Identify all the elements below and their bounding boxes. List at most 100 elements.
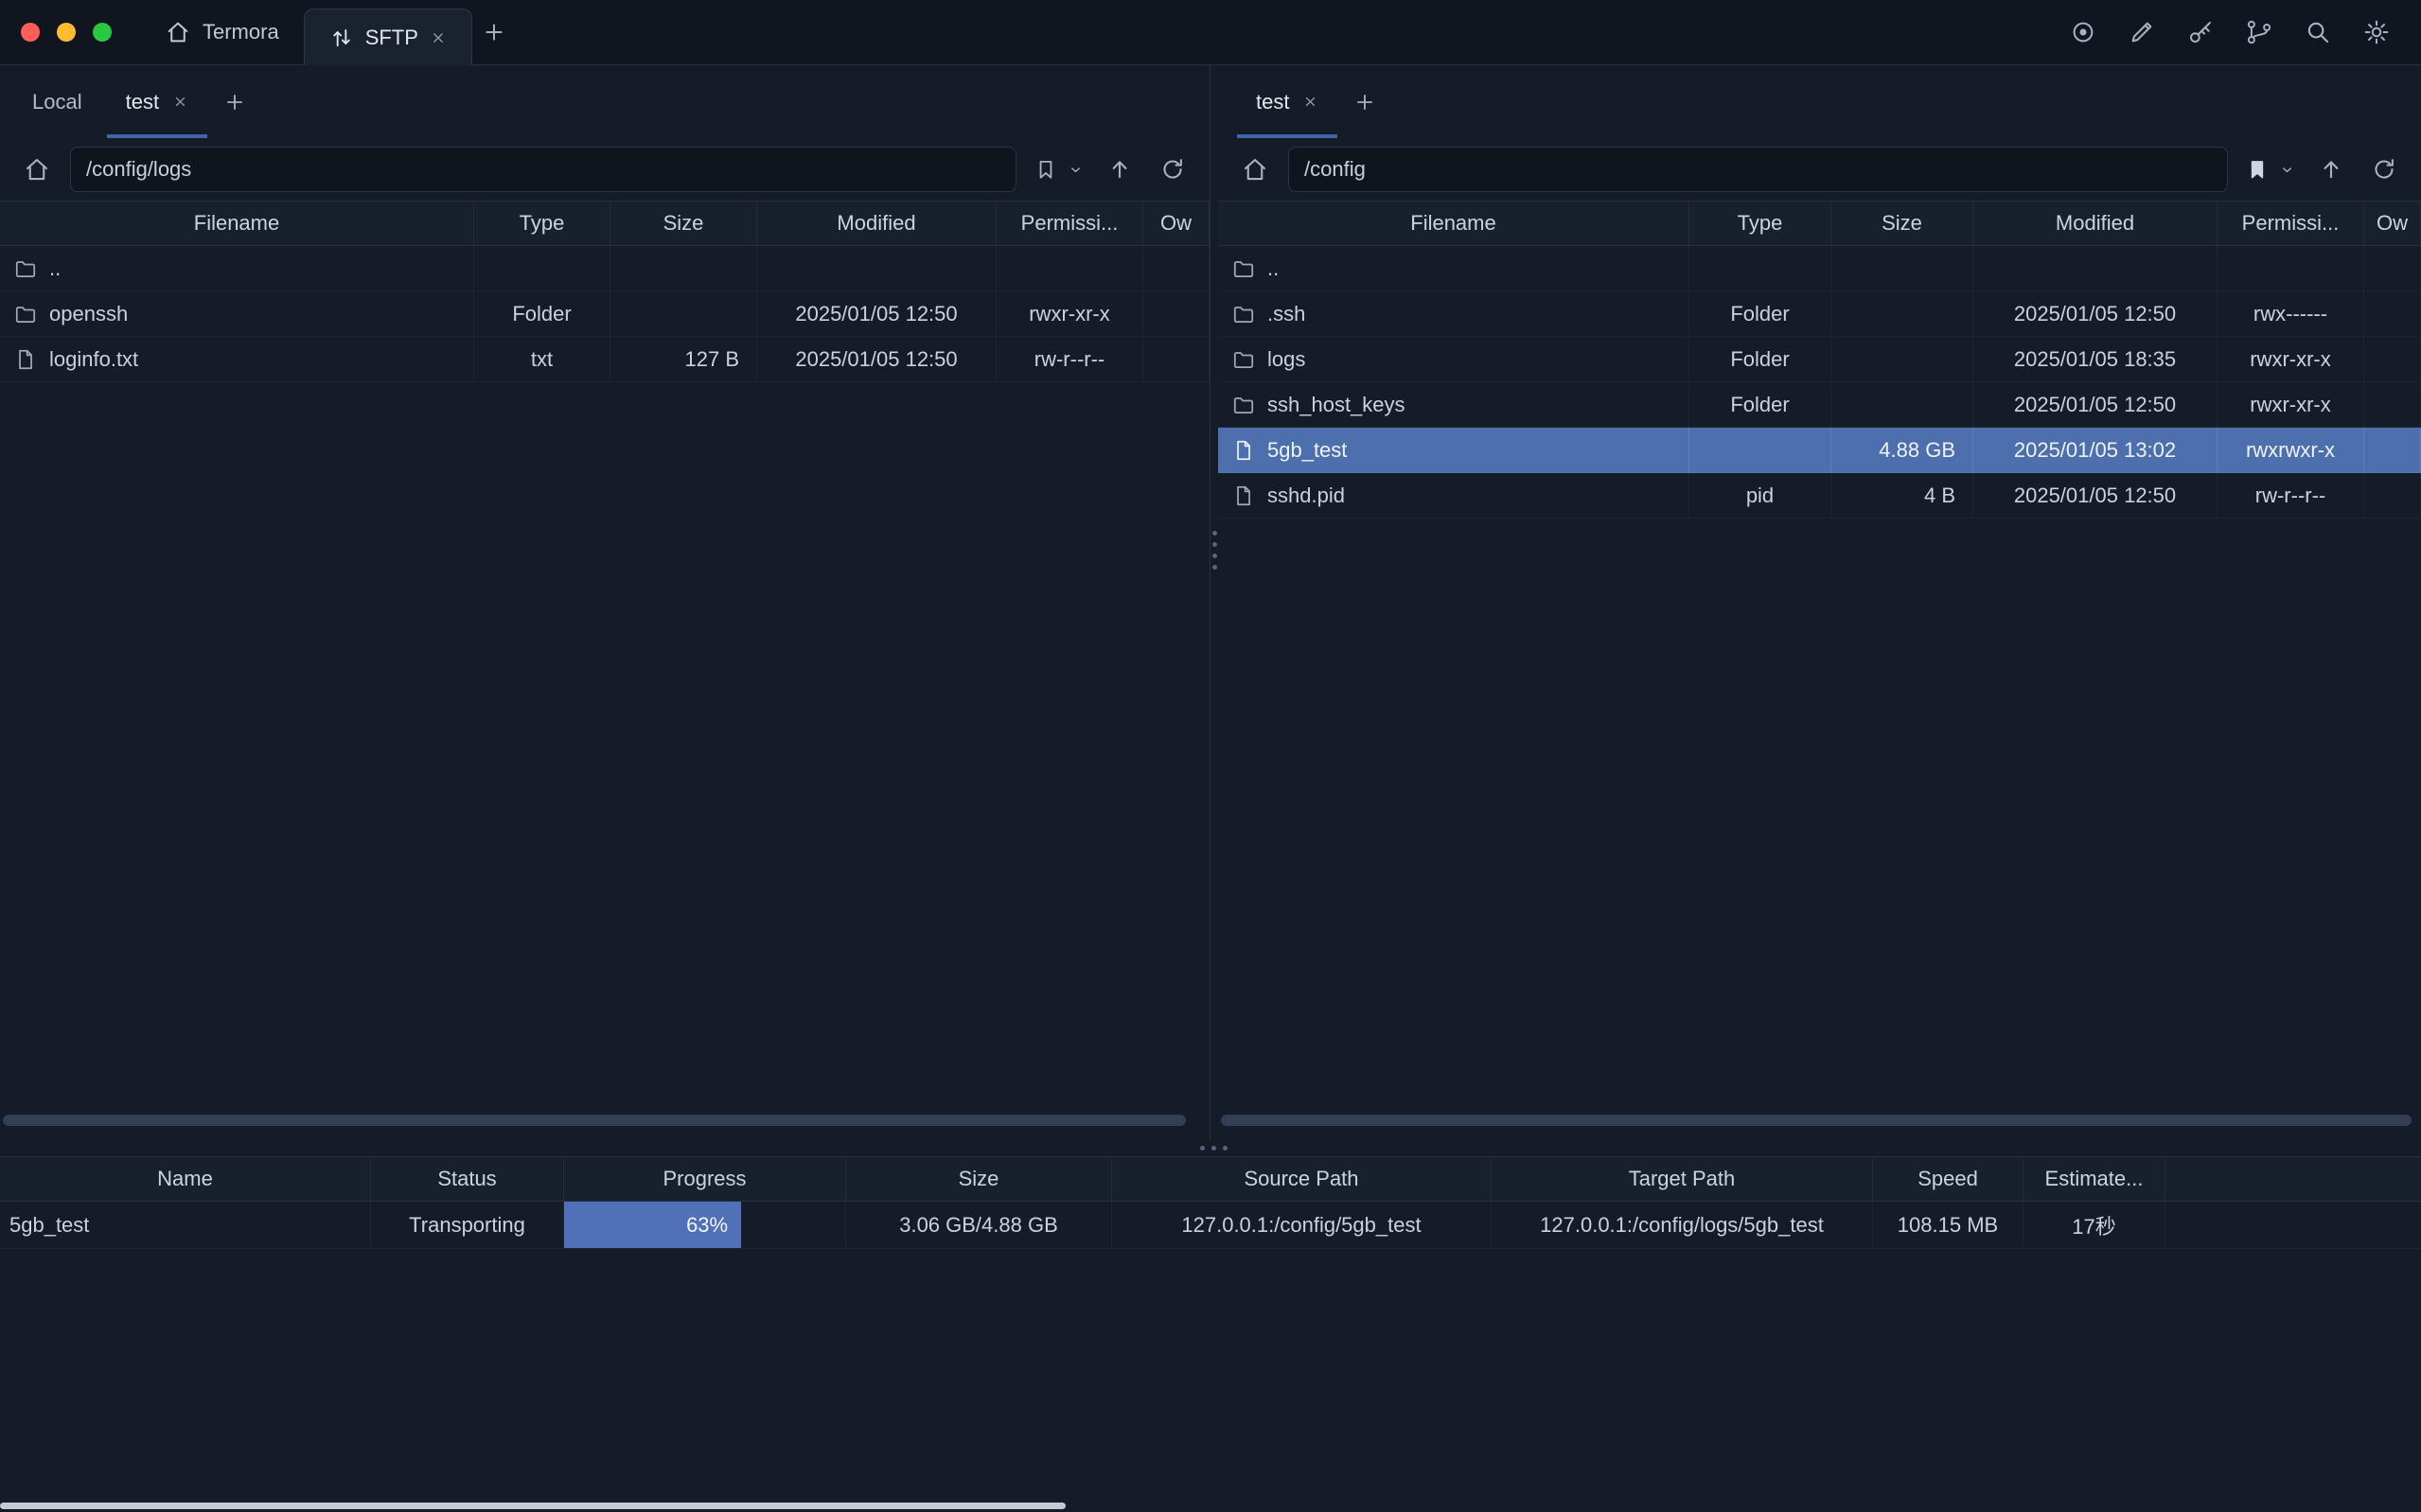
transfer-name-cell: 5gb_test <box>0 1202 371 1248</box>
horizontal-splitter[interactable] <box>0 1139 2421 1156</box>
modified-cell: 2025/01/05 12:50 <box>757 337 997 382</box>
modified-cell <box>1973 246 2218 291</box>
owner-cell <box>1143 246 1210 291</box>
column-header-owner[interactable]: Ow <box>2364 202 2421 245</box>
tab-termora[interactable]: Termora <box>140 9 304 55</box>
horizontal-scrollbar[interactable] <box>3 1115 1186 1126</box>
search-button[interactable] <box>2296 10 2340 54</box>
owner-cell <box>2364 337 2421 382</box>
sftp-tab-label: SFTP <box>365 26 418 50</box>
owner-cell <box>2364 246 2421 291</box>
table-row[interactable]: .. <box>0 246 1210 291</box>
column-header-filler <box>2165 1157 2421 1201</box>
modified-cell <box>757 246 997 291</box>
permissions-cell: rwxrwxr-x <box>2218 428 2364 473</box>
branch-button[interactable] <box>2237 10 2281 54</box>
arrow-up-icon <box>1106 156 1133 183</box>
column-header-owner[interactable]: Ow <box>1143 202 1210 245</box>
type-cell <box>1689 428 1831 473</box>
bottom-horizontal-scrollbar[interactable] <box>0 1503 1066 1509</box>
right-bookmark-button[interactable] <box>2241 149 2273 189</box>
transfer-size-cell: 3.06 GB/4.88 GB <box>846 1202 1112 1248</box>
minimize-window-button[interactable] <box>57 23 76 42</box>
record-button[interactable] <box>2061 10 2105 54</box>
modified-cell: 2025/01/05 12:50 <box>757 291 997 337</box>
keys-button[interactable] <box>2179 10 2222 54</box>
right-parent-dir-button[interactable] <box>2311 149 2351 189</box>
transfer-target-cell: 127.0.0.1:/config/logs/5gb_test <box>1492 1202 1873 1248</box>
modified-cell: 2025/01/05 12:50 <box>1973 473 2218 519</box>
updown-arrows-icon <box>329 26 354 50</box>
right-pathbar <box>1218 138 2421 201</box>
left-home-button[interactable] <box>17 149 57 189</box>
horizontal-scrollbar[interactable] <box>1221 1115 2412 1126</box>
table-row[interactable]: openssh Folder 2025/01/05 12:50 rwxr-xr-… <box>0 291 1210 337</box>
table-row[interactable]: .. <box>1218 246 2421 291</box>
column-header-size[interactable]: Size <box>610 202 757 245</box>
permissions-cell: rwxr-xr-x <box>997 291 1143 337</box>
filename-cell: logs <box>1218 337 1689 382</box>
type-cell: Folder <box>1689 382 1831 428</box>
filename-cell: .. <box>0 246 474 291</box>
tab-local[interactable]: Local <box>13 65 101 138</box>
close-window-button[interactable] <box>21 23 40 42</box>
column-header-type[interactable]: Type <box>1689 202 1831 245</box>
right-bookmark-dropdown-button[interactable] <box>2275 149 2298 189</box>
filename-text: ssh_host_keys <box>1267 393 1405 417</box>
permissions-cell: rw-r--r-- <box>997 337 1143 382</box>
column-header-size[interactable]: Size <box>1831 202 1973 245</box>
tab-local-label: Local <box>32 90 82 114</box>
right-home-button[interactable] <box>1235 149 1275 189</box>
modified-cell: 2025/01/05 12:50 <box>1973 382 2218 428</box>
transfer-speed-cell: 108.15 MB <box>1873 1202 2023 1248</box>
close-icon[interactable] <box>172 94 188 110</box>
new-tab-button[interactable] <box>472 10 516 54</box>
file-icon <box>1231 438 1256 463</box>
transfer-row[interactable]: 5gb_test Transporting 63% 3.06 GB/4.88 G… <box>0 1202 2421 1249</box>
left-table-header: Filename Type Size Modified Permissi... … <box>0 201 1210 246</box>
filename-cell: openssh <box>0 291 474 337</box>
tab-test-left[interactable]: test <box>107 65 207 138</box>
right-new-tab-button[interactable] <box>1343 80 1387 124</box>
table-row[interactable]: .ssh Folder 2025/01/05 12:50 rwx------ <box>1218 291 2421 337</box>
left-new-tab-button[interactable] <box>213 80 256 124</box>
table-row[interactable]: sshd.pid pid 4 B 2025/01/05 12:50 rw-r--… <box>1218 473 2421 519</box>
column-header-permissions[interactable]: Permissi... <box>997 202 1143 245</box>
column-header-target-path: Target Path <box>1492 1157 1873 1201</box>
left-refresh-button[interactable] <box>1153 149 1193 189</box>
column-header-modified[interactable]: Modified <box>1973 202 2218 245</box>
column-header-filename[interactable]: Filename <box>0 202 474 245</box>
column-header-filename[interactable]: Filename <box>1218 202 1689 245</box>
owner-cell <box>1143 337 1210 382</box>
plus-icon <box>1352 90 1377 114</box>
column-header-type[interactable]: Type <box>474 202 610 245</box>
refresh-icon <box>2371 156 2397 183</box>
tab-test-right[interactable]: test <box>1237 65 1337 138</box>
table-row[interactable]: logs Folder 2025/01/05 18:35 rwxr-xr-x <box>1218 337 2421 382</box>
column-header-permissions[interactable]: Permissi... <box>2218 202 2364 245</box>
right-path-input[interactable] <box>1288 147 2228 192</box>
column-header-modified[interactable]: Modified <box>757 202 997 245</box>
zoom-window-button[interactable] <box>93 23 112 42</box>
close-icon[interactable] <box>1302 94 1318 110</box>
sftp-panes: Local test <box>0 65 2421 1139</box>
left-bookmark-button[interactable] <box>1030 149 1062 189</box>
right-bookmark-group <box>2241 149 2298 189</box>
settings-button[interactable] <box>2355 10 2398 54</box>
table-row-selected[interactable]: 5gb_test 4.88 GB 2025/01/05 13:02 rwxrwx… <box>1218 428 2421 473</box>
column-header-source-path: Source Path <box>1112 1157 1492 1201</box>
edit-button[interactable] <box>2120 10 2164 54</box>
left-path-input[interactable] <box>70 147 1016 192</box>
chevron-down-icon <box>2280 163 2294 177</box>
left-parent-dir-button[interactable] <box>1100 149 1140 189</box>
filename-cell: .ssh <box>1218 291 1689 337</box>
filename-cell: ssh_host_keys <box>1218 382 1689 428</box>
left-bookmark-dropdown-button[interactable] <box>1064 149 1087 189</box>
vertical-splitter[interactable] <box>1210 65 1218 1139</box>
table-row[interactable]: ssh_host_keys Folder 2025/01/05 12:50 rw… <box>1218 382 2421 428</box>
table-row[interactable]: loginfo.txt txt 127 B 2025/01/05 12:50 r… <box>0 337 1210 382</box>
folder-icon <box>1231 302 1256 326</box>
right-refresh-button[interactable] <box>2364 149 2404 189</box>
tab-sftp[interactable]: SFTP <box>304 9 472 65</box>
close-icon[interactable] <box>430 29 447 46</box>
